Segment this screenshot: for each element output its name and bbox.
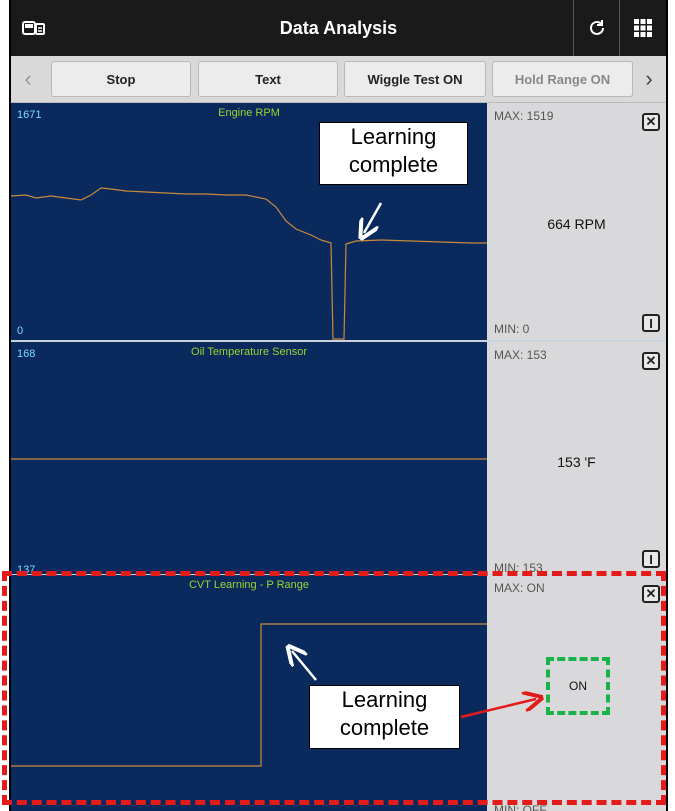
page-title: Data Analysis	[279, 18, 398, 38]
min-label: MIN: 0	[494, 322, 530, 336]
graph-plot: 168 137 Oil Temperature Sensor	[11, 342, 487, 576]
refresh-icon[interactable]	[573, 0, 620, 56]
close-icon[interactable]: ✕	[642, 585, 660, 603]
stop-button[interactable]: Stop	[51, 61, 191, 97]
min-label: MIN: OFF	[494, 803, 547, 811]
close-icon[interactable]: ✕	[642, 352, 660, 370]
chevron-left-icon[interactable]: ‹	[11, 56, 45, 102]
hold-range-button[interactable]: Hold Range ON	[492, 61, 633, 97]
oil-temperature-trace	[11, 458, 487, 460]
current-value: 664 RPM	[547, 216, 606, 232]
grid-menu-icon[interactable]	[619, 0, 666, 56]
chevron-right-icon[interactable]: ›	[632, 56, 666, 102]
graph-side-panel: MAX: 153 ✕ 153 'F I MIN: 153	[487, 342, 666, 575]
min-label: MIN: 153	[494, 561, 543, 575]
learning-complete-callout: Learning complete	[319, 122, 468, 185]
text-button[interactable]: Text	[198, 61, 338, 97]
graph-side-panel: MAX: 1519 ✕ 664 RPM I MIN: 0	[487, 103, 666, 340]
toolbar: ‹ Stop Text Wiggle Test ON Hold Range ON…	[11, 56, 666, 103]
title-bar: Data Analysis	[11, 0, 666, 56]
close-icon[interactable]: ✕	[642, 113, 660, 131]
max-label: MAX: 1519	[494, 109, 554, 123]
on-value-highlight: ON	[546, 657, 610, 715]
learning-complete-callout: Learning complete	[309, 685, 460, 749]
current-value: ON	[569, 679, 587, 693]
current-value: 153 'F	[557, 454, 596, 470]
text-cursor-icon[interactable]: I	[642, 550, 660, 568]
wiggle-test-button[interactable]: Wiggle Test ON	[344, 61, 486, 97]
text-cursor-icon[interactable]: I	[642, 314, 660, 332]
max-label: MAX: ON	[494, 581, 545, 595]
max-label: MAX: 153	[494, 348, 547, 362]
graph-panel-oil-temperature: 168 137 Oil Temperature Sensor MAX: 153 …	[11, 342, 666, 576]
